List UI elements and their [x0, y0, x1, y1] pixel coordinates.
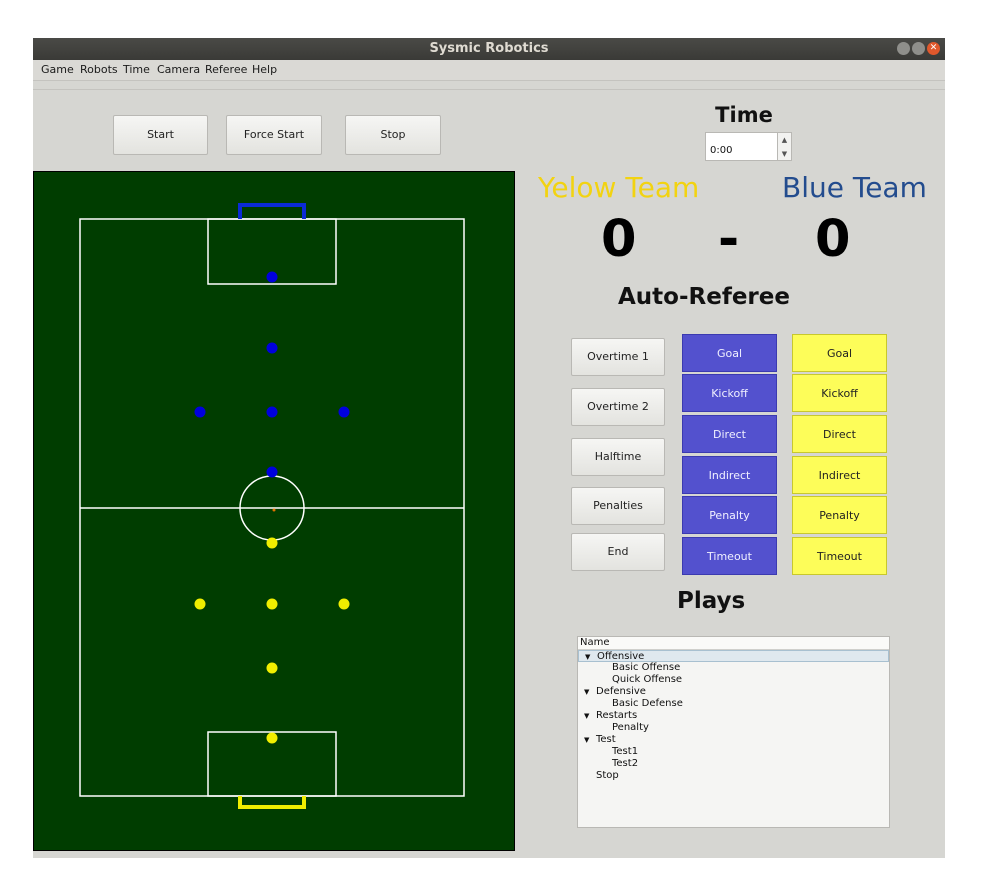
close-icon[interactable]: ✕: [927, 42, 940, 55]
app-window: Sysmic Robotics ✕ Game Robots Time Camer…: [33, 38, 945, 858]
blue-robot[interactable]: [338, 406, 350, 418]
time-input[interactable]: [705, 132, 778, 161]
blue-robot[interactable]: [266, 342, 278, 354]
window-title: Sysmic Robotics: [429, 41, 549, 56]
menu-game[interactable]: Game: [41, 63, 74, 76]
minimize-icon[interactable]: [897, 42, 910, 55]
blue-robot[interactable]: [266, 466, 278, 478]
yellow-penalty-button[interactable]: Penalty: [792, 496, 887, 534]
spin-down-icon[interactable]: ▼: [778, 147, 791, 161]
tree-item-label: Basic Offense: [612, 662, 681, 673]
yellow-robot[interactable]: [266, 598, 278, 610]
blue-direct-button[interactable]: Direct: [682, 415, 777, 453]
blue-robot[interactable]: [266, 271, 278, 283]
blue-timeout-button[interactable]: Timeout: [682, 537, 777, 575]
start-button[interactable]: Start: [113, 115, 208, 155]
tree-item-label: Quick Offense: [612, 674, 683, 685]
yellow-goal-button[interactable]: Goal: [792, 334, 887, 372]
blue-penalty-button[interactable]: Penalty: [682, 496, 777, 534]
plays-tree[interactable]: Name ▼ Offensive Basic Offense Quick Offens…: [577, 636, 890, 828]
auto-referee-title: Auto-Referee: [618, 284, 790, 310]
tree-item-label: Stop: [596, 770, 619, 781]
expand-arrow-icon[interactable]: ▼: [584, 734, 589, 746]
tree-item-label: Basic Defense: [612, 698, 683, 709]
yellow-indirect-button[interactable]: Indirect: [792, 456, 887, 494]
tree-list-item[interactable]: Basic Defense: [578, 698, 889, 710]
yellow-goal: [238, 796, 306, 809]
menu-referee[interactable]: Referee: [205, 63, 247, 76]
tree-list-item[interactable]: Test2: [578, 758, 889, 770]
title-bar: Sysmic Robotics ✕: [33, 38, 945, 60]
menu-help[interactable]: Help: [252, 63, 277, 76]
halftime-button[interactable]: Halftime: [571, 438, 665, 476]
overtime-1-button[interactable]: Overtime 1: [571, 338, 665, 376]
stop-button[interactable]: Stop: [345, 115, 441, 155]
tree-item-label: Penalty: [612, 722, 649, 733]
expand-arrow-icon[interactable]: ▼: [584, 710, 589, 722]
menu-camera[interactable]: Camera: [157, 63, 200, 76]
tree-header-name[interactable]: Name: [578, 637, 889, 650]
tree-item-label: Test1: [612, 746, 639, 757]
maximize-icon[interactable]: [912, 42, 925, 55]
ball: [272, 508, 276, 512]
blue-team-label: Blue Team: [782, 171, 927, 204]
tree-list-item[interactable]: Basic Offense: [578, 662, 889, 674]
yellow-kickoff-button[interactable]: Kickoff: [792, 374, 887, 412]
menu-time[interactable]: Time: [123, 63, 150, 76]
yellow-team-label: Yelow Team: [538, 171, 700, 204]
blue-score: 0: [815, 210, 851, 269]
field-view[interactable]: [33, 171, 515, 851]
yellow-timeout-button[interactable]: Timeout: [792, 537, 887, 575]
plays-title: Plays: [677, 588, 746, 614]
tree-list-item[interactable]: Penalty: [578, 722, 889, 734]
tree-group-item[interactable]: ▼ Restarts: [578, 710, 889, 722]
tree-item-label: Test2: [612, 758, 639, 769]
tree-list-item[interactable]: Test1: [578, 746, 889, 758]
blue-robot[interactable]: [194, 406, 206, 418]
expand-arrow-icon[interactable]: ▼: [584, 686, 589, 698]
tree-group-item[interactable]: ▼ Offensive: [578, 650, 889, 662]
yellow-robot[interactable]: [266, 732, 278, 744]
time-label: Time: [715, 103, 773, 127]
tree-item-label: Defensive: [596, 686, 646, 697]
blue-goal: [238, 203, 306, 219]
penalties-button[interactable]: Penalties: [571, 487, 665, 525]
yellow-robot[interactable]: [338, 598, 350, 610]
tree-group-item[interactable]: ▼ Defensive: [578, 686, 889, 698]
menu-robots[interactable]: Robots: [80, 63, 118, 76]
end-button[interactable]: End: [571, 533, 665, 571]
blue-robot[interactable]: [266, 406, 278, 418]
menu-bar: Game Robots Time Camera Referee Help: [33, 60, 945, 81]
spin-up-icon[interactable]: ▲: [778, 133, 791, 147]
tree-group-item[interactable]: Stop: [578, 770, 889, 782]
time-spinner[interactable]: ▲ ▼: [778, 132, 792, 161]
tree-item-label: Restarts: [596, 710, 638, 721]
tree-item-label: Test: [596, 734, 616, 745]
yellow-score: 0: [601, 210, 637, 269]
yellow-direct-button[interactable]: Direct: [792, 415, 887, 453]
yellow-robot[interactable]: [194, 598, 206, 610]
score-separator: -: [718, 210, 740, 269]
force-start-button[interactable]: Force Start: [226, 115, 322, 155]
tree-list-item[interactable]: Quick Offense: [578, 674, 889, 686]
yellow-robot[interactable]: [266, 537, 278, 549]
yellow-robot[interactable]: [266, 662, 278, 674]
blue-kickoff-button[interactable]: Kickoff: [682, 374, 777, 412]
blue-goal-button[interactable]: Goal: [682, 334, 777, 372]
tree-group-item[interactable]: ▼ Test: [578, 734, 889, 746]
overtime-2-button[interactable]: Overtime 2: [571, 388, 665, 426]
blue-indirect-button[interactable]: Indirect: [682, 456, 777, 494]
toolbar-separator: [33, 89, 945, 90]
